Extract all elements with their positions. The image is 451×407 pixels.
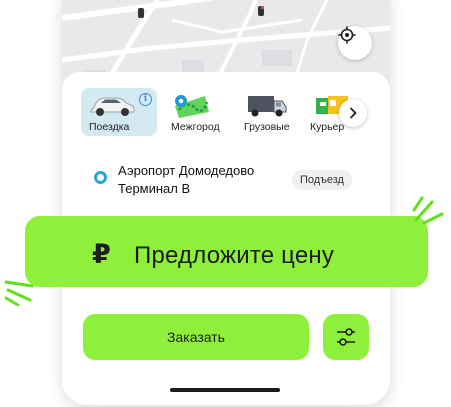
tariff-intercity[interactable]: Межгород <box>163 88 233 136</box>
entrance-button[interactable]: Подъезд <box>292 170 352 190</box>
ruble-icon: ₽ <box>92 239 111 270</box>
chevron-right-icon <box>350 107 357 119</box>
ride-options-button[interactable] <box>323 314 369 360</box>
intercity-route-icon <box>175 95 209 118</box>
order-button[interactable]: Заказать <box>83 314 309 360</box>
pickup-address-line: Аэропорт Домодедово <box>118 163 255 178</box>
tariff-label: Курьер <box>310 121 345 133</box>
sliders-settings-icon <box>337 328 355 346</box>
home-indicator <box>170 388 280 392</box>
pickup-address-line: Терминал B <box>118 181 191 196</box>
tariff-cargo[interactable]: Грузовые <box>236 88 300 136</box>
locate-button[interactable] <box>338 26 372 60</box>
tariff-label: Поездка <box>89 121 130 133</box>
pickup-dot-icon <box>94 171 107 184</box>
offer-price-label: Предложите цену <box>134 242 335 269</box>
locate-crosshair-icon <box>338 26 356 44</box>
pickup-address[interactable]: Аэропорт Домодедово Терминал B <box>118 162 254 198</box>
tariffs-next-button[interactable] <box>339 99 367 127</box>
map-car-marker <box>258 6 264 16</box>
cargo-truck-icon <box>248 96 287 117</box>
spark-decoration-icon <box>4 280 34 306</box>
sedan-car-icon <box>90 97 135 116</box>
map-car-marker <box>138 8 144 18</box>
tariff-info-icon[interactable]: i <box>139 93 152 106</box>
tariff-ride[interactable]: i Поездка <box>81 88 157 136</box>
tariff-label: Межгород <box>171 121 220 133</box>
spark-decoration-icon <box>412 196 444 225</box>
tariff-label: Грузовые <box>244 121 290 133</box>
